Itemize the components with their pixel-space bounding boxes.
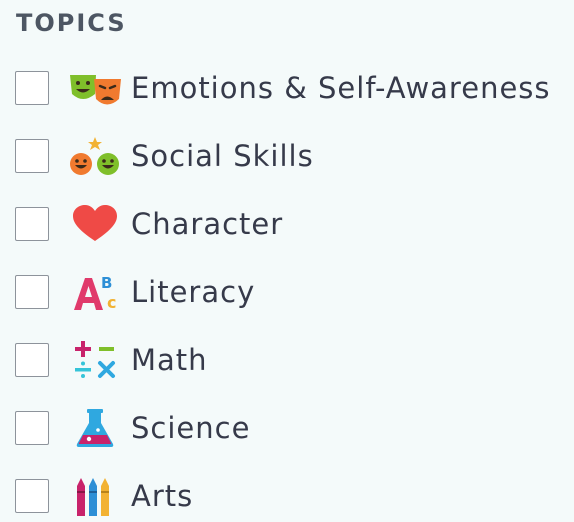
topic-item-arts[interactable]: Arts <box>0 470 574 522</box>
flask-icon <box>67 406 123 450</box>
two-smiley-faces-icon <box>67 134 123 178</box>
topic-label-character: Character <box>131 207 284 241</box>
topic-label-literacy: Literacy <box>131 275 256 309</box>
topics-heading: TOPICS <box>16 9 127 37</box>
theater-masks-icon <box>67 66 123 110</box>
topic-checkbox-literacy[interactable] <box>15 275 49 309</box>
topic-label-science: Science <box>131 411 251 445</box>
crayons-icon <box>67 474 123 518</box>
abc-letters-icon: B c <box>67 270 123 314</box>
topic-item-math[interactable]: Math <box>0 334 574 386</box>
topic-checkbox-arts[interactable] <box>15 479 49 513</box>
svg-text:c: c <box>107 293 116 312</box>
topic-item-science[interactable]: Science <box>0 402 574 454</box>
math-operators-icon <box>67 338 123 382</box>
topic-item-literacy[interactable]: B c Literacy <box>0 266 574 318</box>
topics-filter-panel: TOPICS Emotions & Self-Awareness Social … <box>0 0 574 519</box>
topic-label-social-skills: Social Skills <box>131 139 314 173</box>
topic-label-math: Math <box>131 343 208 377</box>
svg-text:B: B <box>101 274 112 292</box>
topic-checkbox-character[interactable] <box>15 207 49 241</box>
topic-label-emotions: Emotions & Self-Awareness <box>131 71 551 105</box>
topic-item-character[interactable]: Character <box>0 198 574 250</box>
topic-item-emotions[interactable]: Emotions & Self-Awareness <box>0 62 574 114</box>
heart-icon <box>67 202 123 246</box>
topic-checkbox-science[interactable] <box>15 411 49 445</box>
topic-checkbox-social-skills[interactable] <box>15 139 49 173</box>
topic-label-arts: Arts <box>131 479 194 513</box>
topic-checkbox-emotions[interactable] <box>15 71 49 105</box>
topic-item-social-skills[interactable]: Social Skills <box>0 130 574 182</box>
topic-checkbox-math[interactable] <box>15 343 49 377</box>
